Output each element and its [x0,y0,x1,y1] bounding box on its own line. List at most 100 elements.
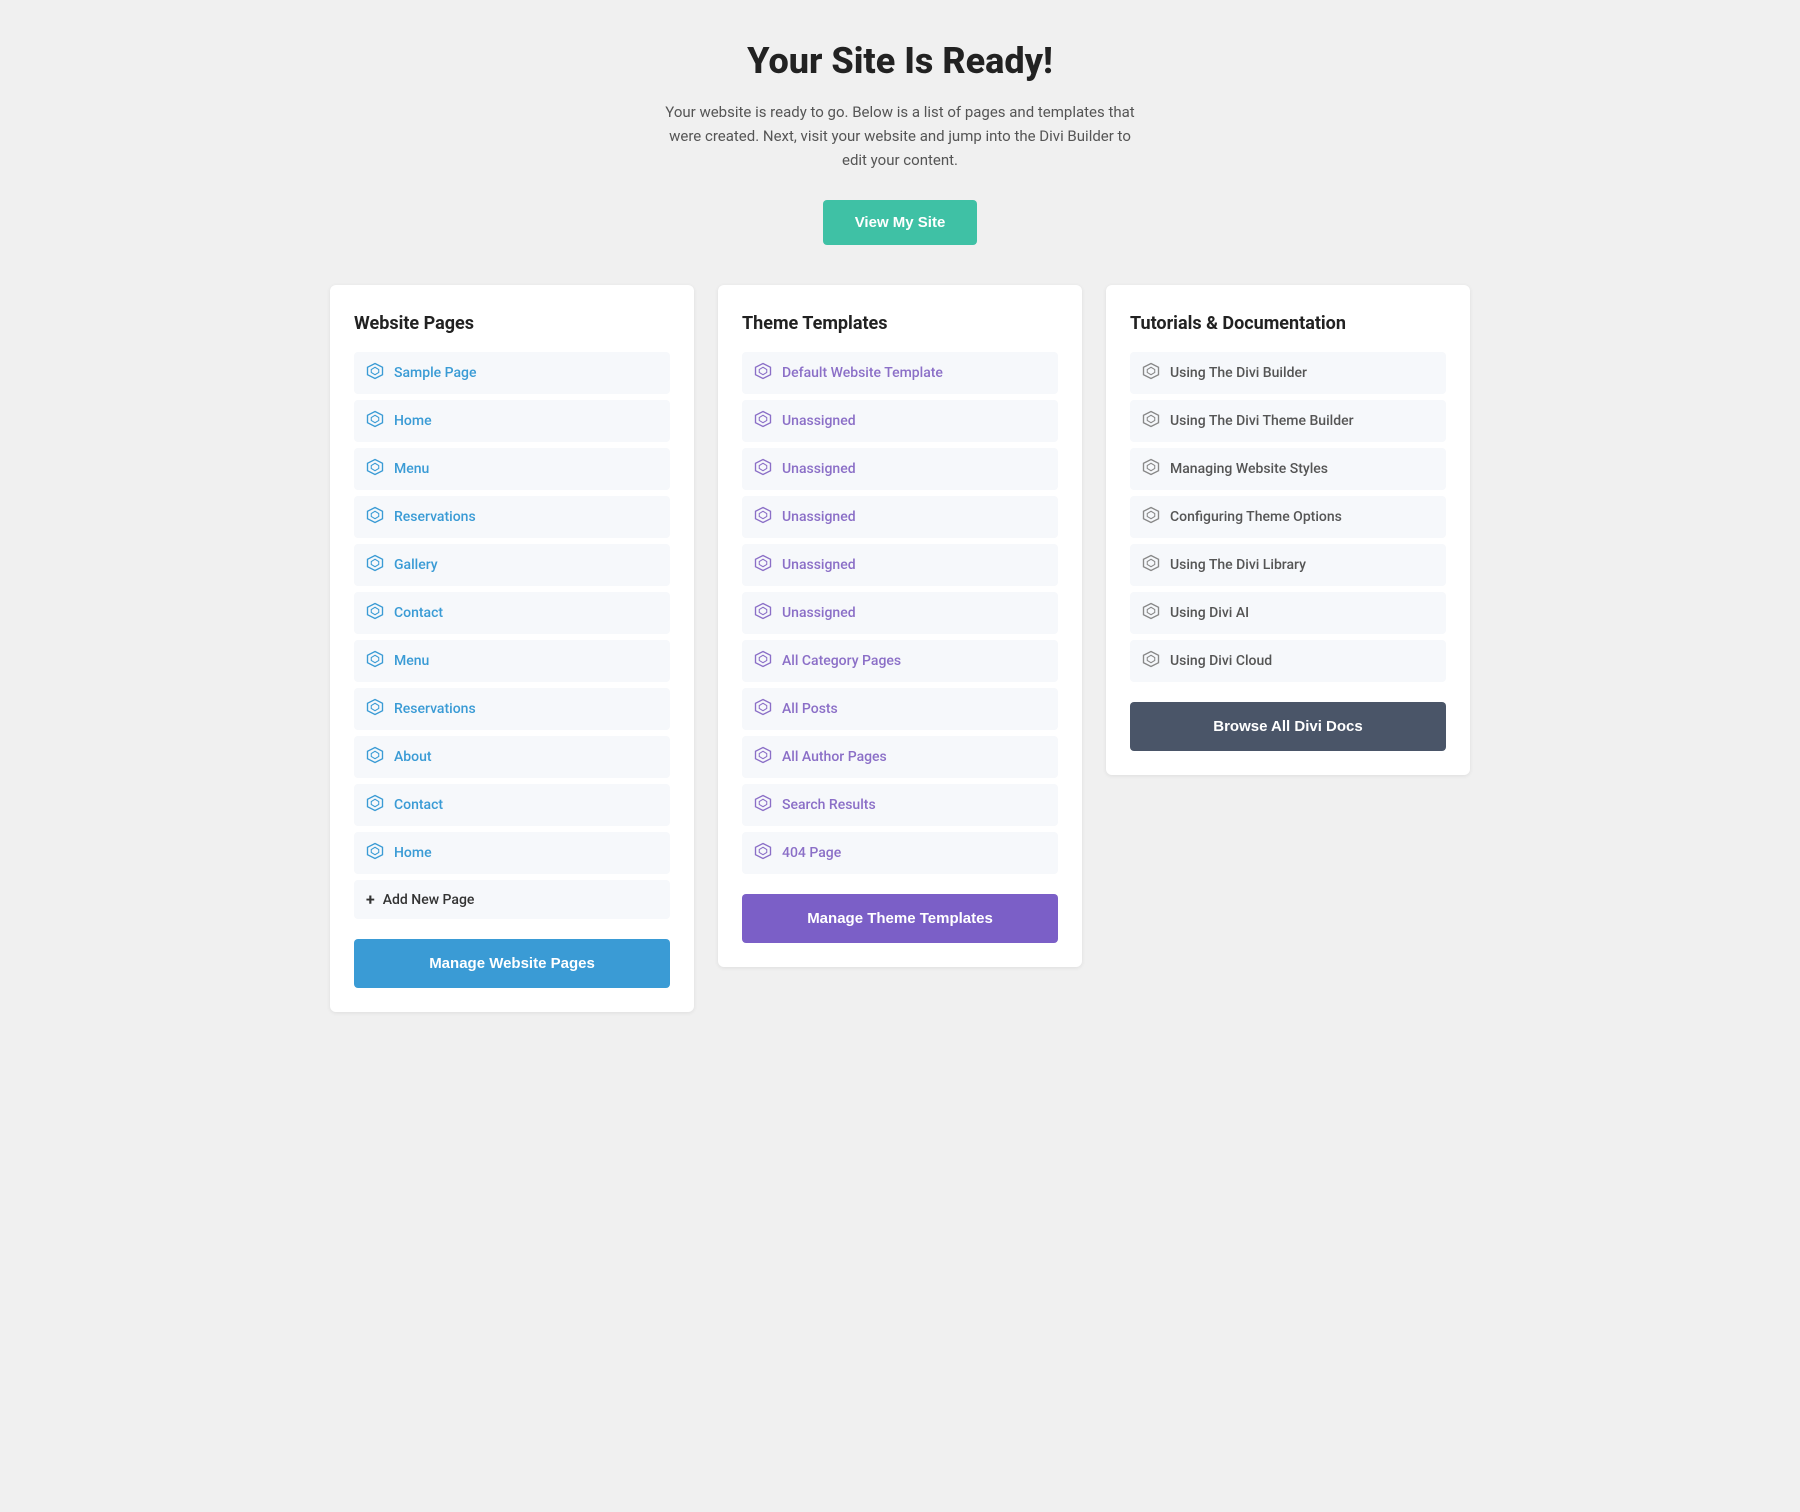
theme-templates-title: Theme Templates [742,313,1058,334]
tutorials-column: Tutorials & Documentation Using The Divi… [1106,285,1470,775]
website-page-label: Reservations [394,701,476,717]
website-page-item[interactable]: Menu [354,448,670,490]
website-page-label: Contact [394,605,443,621]
website-page-label: About [394,749,432,765]
divi-icon-blue [366,506,384,528]
divi-icon-purple [754,410,772,432]
view-site-button[interactable]: View My Site [823,200,978,245]
columns-container: Website Pages Sample Page Home Menu Rese… [330,285,1470,1012]
divi-icon-purple [754,650,772,672]
divi-icon-blue [366,410,384,432]
theme-template-item[interactable]: Unassigned [742,400,1058,442]
tutorial-label: Managing Website Styles [1170,461,1328,477]
website-page-item[interactable]: Contact [354,592,670,634]
page-title: Your Site Is Ready! [20,40,1780,82]
website-page-label: Contact [394,797,443,813]
divi-icon-purple [754,554,772,576]
website-pages-column: Website Pages Sample Page Home Menu Rese… [330,285,694,1012]
tutorial-label: Configuring Theme Options [1170,509,1342,525]
manage-website-pages-button[interactable]: Manage Website Pages [354,939,670,988]
theme-template-label: All Posts [782,701,838,717]
add-new-page-label: Add New Page [383,892,475,908]
divi-icon-purple [754,746,772,768]
tutorial-label: Using The Divi Theme Builder [1170,413,1354,429]
website-pages-list: Sample Page Home Menu Reservations Galle… [354,352,670,874]
website-page-item[interactable]: Menu [354,640,670,682]
website-page-item[interactable]: Reservations [354,496,670,538]
divi-icon-blue [366,746,384,768]
theme-template-item[interactable]: Search Results [742,784,1058,826]
website-page-item[interactable]: Reservations [354,688,670,730]
theme-templates-list: Default Website Template Unassigned Unas… [742,352,1058,874]
website-page-item[interactable]: Contact [354,784,670,826]
divi-icon-purple [754,362,772,384]
tutorial-item[interactable]: Managing Website Styles [1130,448,1446,490]
theme-template-item[interactable]: 404 Page [742,832,1058,874]
theme-template-item[interactable]: All Category Pages [742,640,1058,682]
theme-template-item[interactable]: Default Website Template [742,352,1058,394]
tutorial-item[interactable]: Using Divi AI [1130,592,1446,634]
website-page-label: Gallery [394,557,438,573]
plus-icon: + [366,890,375,909]
website-page-item[interactable]: Home [354,832,670,874]
tutorial-item[interactable]: Using The Divi Library [1130,544,1446,586]
divi-icon-purple [754,794,772,816]
website-page-item[interactable]: Sample Page [354,352,670,394]
theme-template-label: Unassigned [782,557,856,573]
divi-icon-gray [1142,602,1160,624]
tutorials-title: Tutorials & Documentation [1130,313,1446,334]
theme-template-label: All Category Pages [782,653,901,669]
tutorial-item[interactable]: Configuring Theme Options [1130,496,1446,538]
divi-icon-blue [366,362,384,384]
website-page-item[interactable]: Home [354,400,670,442]
theme-templates-column: Theme Templates Default Website Template… [718,285,1082,967]
divi-icon-blue [366,794,384,816]
theme-template-item[interactable]: Unassigned [742,448,1058,490]
website-page-label: Sample Page [394,365,476,381]
divi-icon-blue [366,650,384,672]
divi-icon-blue [366,554,384,576]
theme-template-label: Unassigned [782,461,856,477]
divi-icon-gray [1142,410,1160,432]
divi-icon-purple [754,602,772,624]
theme-template-label: Unassigned [782,605,856,621]
tutorial-item[interactable]: Using Divi Cloud [1130,640,1446,682]
website-page-item[interactable]: Gallery [354,544,670,586]
theme-template-label: 404 Page [782,845,841,861]
theme-template-item[interactable]: Unassigned [742,592,1058,634]
website-page-label: Reservations [394,509,476,525]
divi-icon-blue [366,698,384,720]
divi-icon-gray [1142,506,1160,528]
divi-icon-purple [754,698,772,720]
theme-template-item[interactable]: Unassigned [742,544,1058,586]
website-page-label: Home [394,845,432,861]
divi-icon-gray [1142,362,1160,384]
theme-template-item[interactable]: All Author Pages [742,736,1058,778]
divi-icon-purple [754,506,772,528]
tutorial-label: Using Divi Cloud [1170,653,1272,669]
theme-template-label: Search Results [782,797,876,813]
divi-icon-blue [366,602,384,624]
website-page-label: Menu [394,653,429,669]
divi-icon-purple [754,842,772,864]
browse-all-docs-button[interactable]: Browse All Divi Docs [1130,702,1446,751]
manage-theme-templates-button[interactable]: Manage Theme Templates [742,894,1058,943]
theme-template-label: Unassigned [782,509,856,525]
theme-template-label: Unassigned [782,413,856,429]
divi-icon-blue [366,842,384,864]
tutorial-label: Using Divi AI [1170,605,1249,621]
tutorial-item[interactable]: Using The Divi Builder [1130,352,1446,394]
page-header: Your Site Is Ready! Your website is read… [20,40,1780,245]
add-new-page-button[interactable]: + Add New Page [354,880,670,919]
website-page-label: Menu [394,461,429,477]
tutorial-item[interactable]: Using The Divi Theme Builder [1130,400,1446,442]
divi-icon-gray [1142,458,1160,480]
theme-template-label: Default Website Template [782,365,943,381]
website-page-label: Home [394,413,432,429]
website-page-item[interactable]: About [354,736,670,778]
page-subtitle: Your website is ready to go. Below is a … [660,100,1140,172]
theme-template-item[interactable]: Unassigned [742,496,1058,538]
divi-icon-purple [754,458,772,480]
theme-template-label: All Author Pages [782,749,887,765]
theme-template-item[interactable]: All Posts [742,688,1058,730]
